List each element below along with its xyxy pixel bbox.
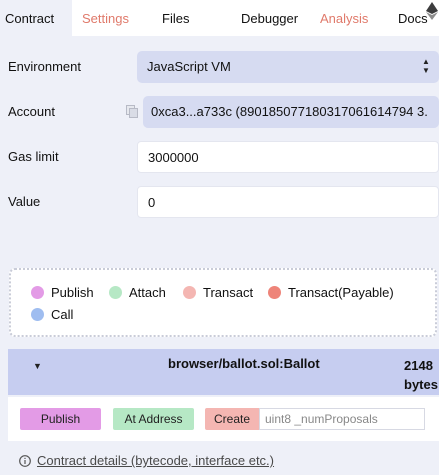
contract-details[interactable]: Contract details (bytecode, interface et…: [19, 453, 274, 468]
transact-dot-icon: [183, 286, 196, 299]
legend-attach: Attach: [109, 285, 166, 300]
attach-dot-icon: [109, 286, 122, 299]
legend-publish: Publish: [31, 285, 94, 300]
legend-transact-payable-label: Transact(Payable): [288, 285, 394, 300]
tab-bar: Contract Settings Files Debugger Analysi…: [0, 0, 439, 36]
account-value: 0xca3...a733c (890185077180317061614794 …: [151, 104, 427, 119]
value-value: 0: [148, 195, 156, 210]
at-address-button[interactable]: At Address: [113, 408, 194, 430]
tab-docs[interactable]: Docs: [398, 11, 428, 26]
environment-select[interactable]: JavaScript VM ▲ ▼: [137, 51, 439, 83]
gas-limit-input[interactable]: 3000000: [137, 141, 439, 173]
gas-limit-label: Gas limit: [8, 149, 59, 164]
info-icon: [19, 454, 31, 467]
call-dot-icon: [31, 308, 44, 321]
legend-call-label: Call: [51, 307, 74, 322]
contract-details-link[interactable]: Contract details (bytecode, interface et…: [37, 453, 274, 468]
legend-transact: Transact: [183, 285, 253, 300]
value-label: Value: [8, 194, 41, 209]
ethereum-icon: [426, 2, 438, 20]
account-label: Account: [8, 104, 55, 119]
create-button[interactable]: Create: [205, 408, 259, 430]
gas-limit-value: 3000000: [148, 150, 199, 165]
account-select[interactable]: 0xca3...a733c (890185077180317061614794 …: [143, 96, 439, 128]
constructor-args-input[interactable]: uint8 _numProposals: [259, 408, 425, 430]
caret-down-icon[interactable]: ▼: [33, 361, 42, 371]
contract-size-unit: bytes: [404, 377, 438, 392]
environment-label: Environment: [8, 59, 81, 74]
legend-call: Call: [31, 307, 73, 322]
contract-name: browser/ballot.sol:Ballot: [168, 356, 320, 371]
legend-transact-payable: Transact(Payable): [268, 285, 394, 300]
copy-icon[interactable]: [126, 105, 138, 118]
value-input[interactable]: 0: [137, 186, 439, 218]
tab-analysis[interactable]: Analysis: [320, 11, 368, 26]
tab-contract[interactable]: Contract: [0, 0, 72, 36]
publish-dot-icon: [31, 286, 44, 299]
contract-size-value: 2148: [404, 358, 433, 373]
legend-publish-label: Publish: [51, 285, 94, 300]
tab-debugger[interactable]: Debugger: [241, 11, 298, 26]
contract-actions: Publish At Address Create uint8 _numProp…: [8, 397, 439, 441]
legend-transact-label: Transact: [203, 285, 254, 300]
tab-settings[interactable]: Settings: [82, 11, 129, 26]
select-arrows-icon: ▲ ▼: [422, 57, 430, 75]
contract-header[interactable]: ▼ browser/ballot.sol:Ballot 2148 bytes: [8, 349, 439, 395]
tab-files[interactable]: Files: [162, 11, 189, 26]
environment-value: JavaScript VM: [147, 59, 231, 74]
action-legend: Publish Attach Transact Transact(Payable…: [9, 268, 437, 337]
contract-size: 2148 bytes: [404, 356, 438, 394]
legend-attach-label: Attach: [129, 285, 166, 300]
transact-payable-dot-icon: [268, 286, 281, 299]
publish-button[interactable]: Publish: [20, 408, 101, 430]
